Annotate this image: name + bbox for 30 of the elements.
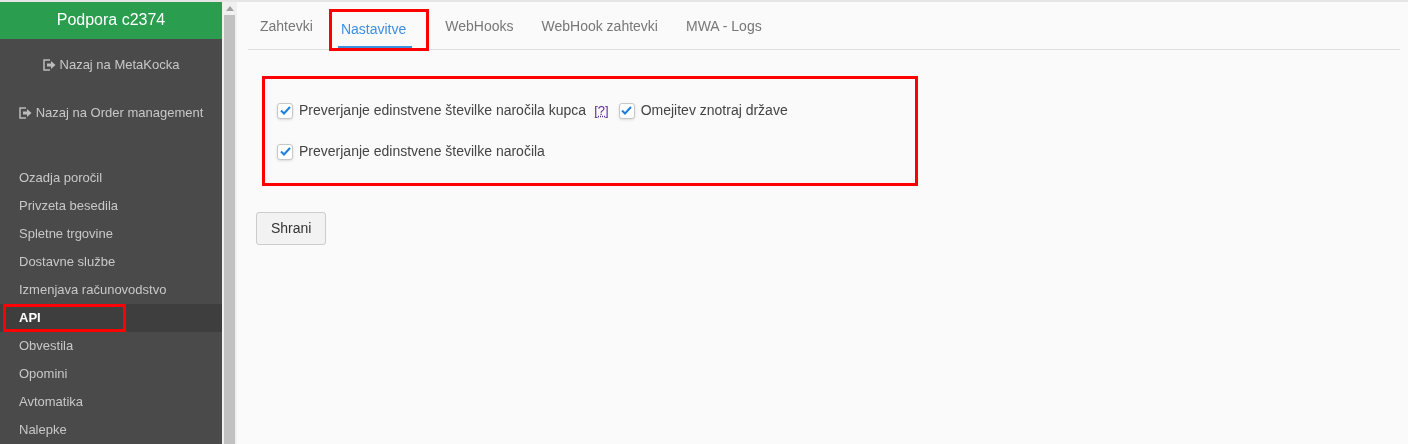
sidebar-item[interactable]: Spletne trgovine [0,220,222,248]
sidebar-title: Podpora c2374 [0,2,222,39]
sidebar-item[interactable]: Dostavne službe [0,248,222,276]
sidebar-item[interactable]: Ozadja poročil [0,164,222,192]
sidebar-item[interactable]: API [0,304,222,332]
tab[interactable]: WebHook zahtevki [529,16,670,49]
help-link[interactable]: [?] [594,100,609,121]
checkbox[interactable] [277,143,293,160]
scroll-up-icon[interactable] [225,6,234,11]
tab[interactable]: WebHooks [433,16,526,49]
tab[interactable]: Zahtevki [248,16,325,49]
exit-icon [18,107,32,119]
exit-icon [42,58,56,71]
sidebar-item[interactable]: Opomini [0,360,222,388]
checkbox[interactable] [277,102,293,119]
checkbox-label: Preverjanje edinstvene številke naročila [299,142,545,161]
sidebar-item[interactable]: Avtomatika [0,388,222,416]
sidebar-item[interactable]: Privzeta besedila [0,192,222,220]
back-link[interactable]: Nazaj na MetaKocka [0,42,222,87]
checkbox[interactable] [618,102,635,119]
tab[interactable]: MWA - Logs [673,16,774,49]
save-button[interactable]: Shrani [256,212,327,245]
back-link[interactable]: Nazaj na Order management [0,91,222,135]
scrollbar-thumb[interactable] [224,15,235,444]
checkbox-label: Preverjanje edinstvene številke naročila kupca [299,101,587,120]
tab[interactable]: Nastavitve [328,9,430,51]
sidebar-item[interactable]: Izmenjava računovodstvo [0,276,222,304]
sidebar-item[interactable]: Obvestila [0,332,222,360]
checkbox-label: Omejitev znotraj države [640,101,788,120]
sidebar-item[interactable]: Nalepke [0,416,222,444]
